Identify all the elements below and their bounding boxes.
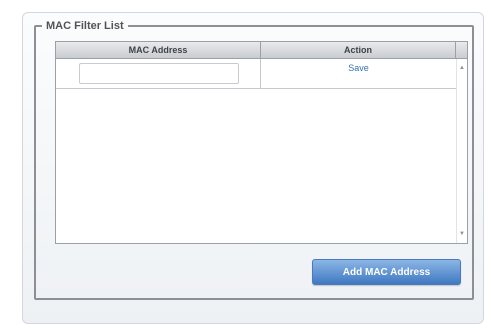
header-spacer: [456, 42, 467, 58]
table-header: MAC Address Action: [56, 42, 467, 59]
add-mac-address-button[interactable]: Add MAC Address: [312, 259, 461, 285]
mac-filter-table: MAC Address Action Save ▲ ▼: [55, 41, 468, 244]
header-mac-address: MAC Address: [56, 42, 261, 58]
scroll-up-arrow-icon[interactable]: ▲: [457, 63, 467, 73]
scroll-down-arrow-icon[interactable]: ▼: [457, 229, 467, 239]
table-row: Save: [56, 59, 456, 89]
header-action: Action: [261, 42, 456, 58]
mac-address-input[interactable]: [79, 63, 239, 84]
mac-filter-list-legend: MAC Filter List: [46, 20, 124, 32]
table-scrollbar[interactable]: ▲ ▼: [456, 59, 467, 243]
mac-address-cell: [56, 59, 261, 88]
save-link[interactable]: Save: [261, 59, 456, 88]
